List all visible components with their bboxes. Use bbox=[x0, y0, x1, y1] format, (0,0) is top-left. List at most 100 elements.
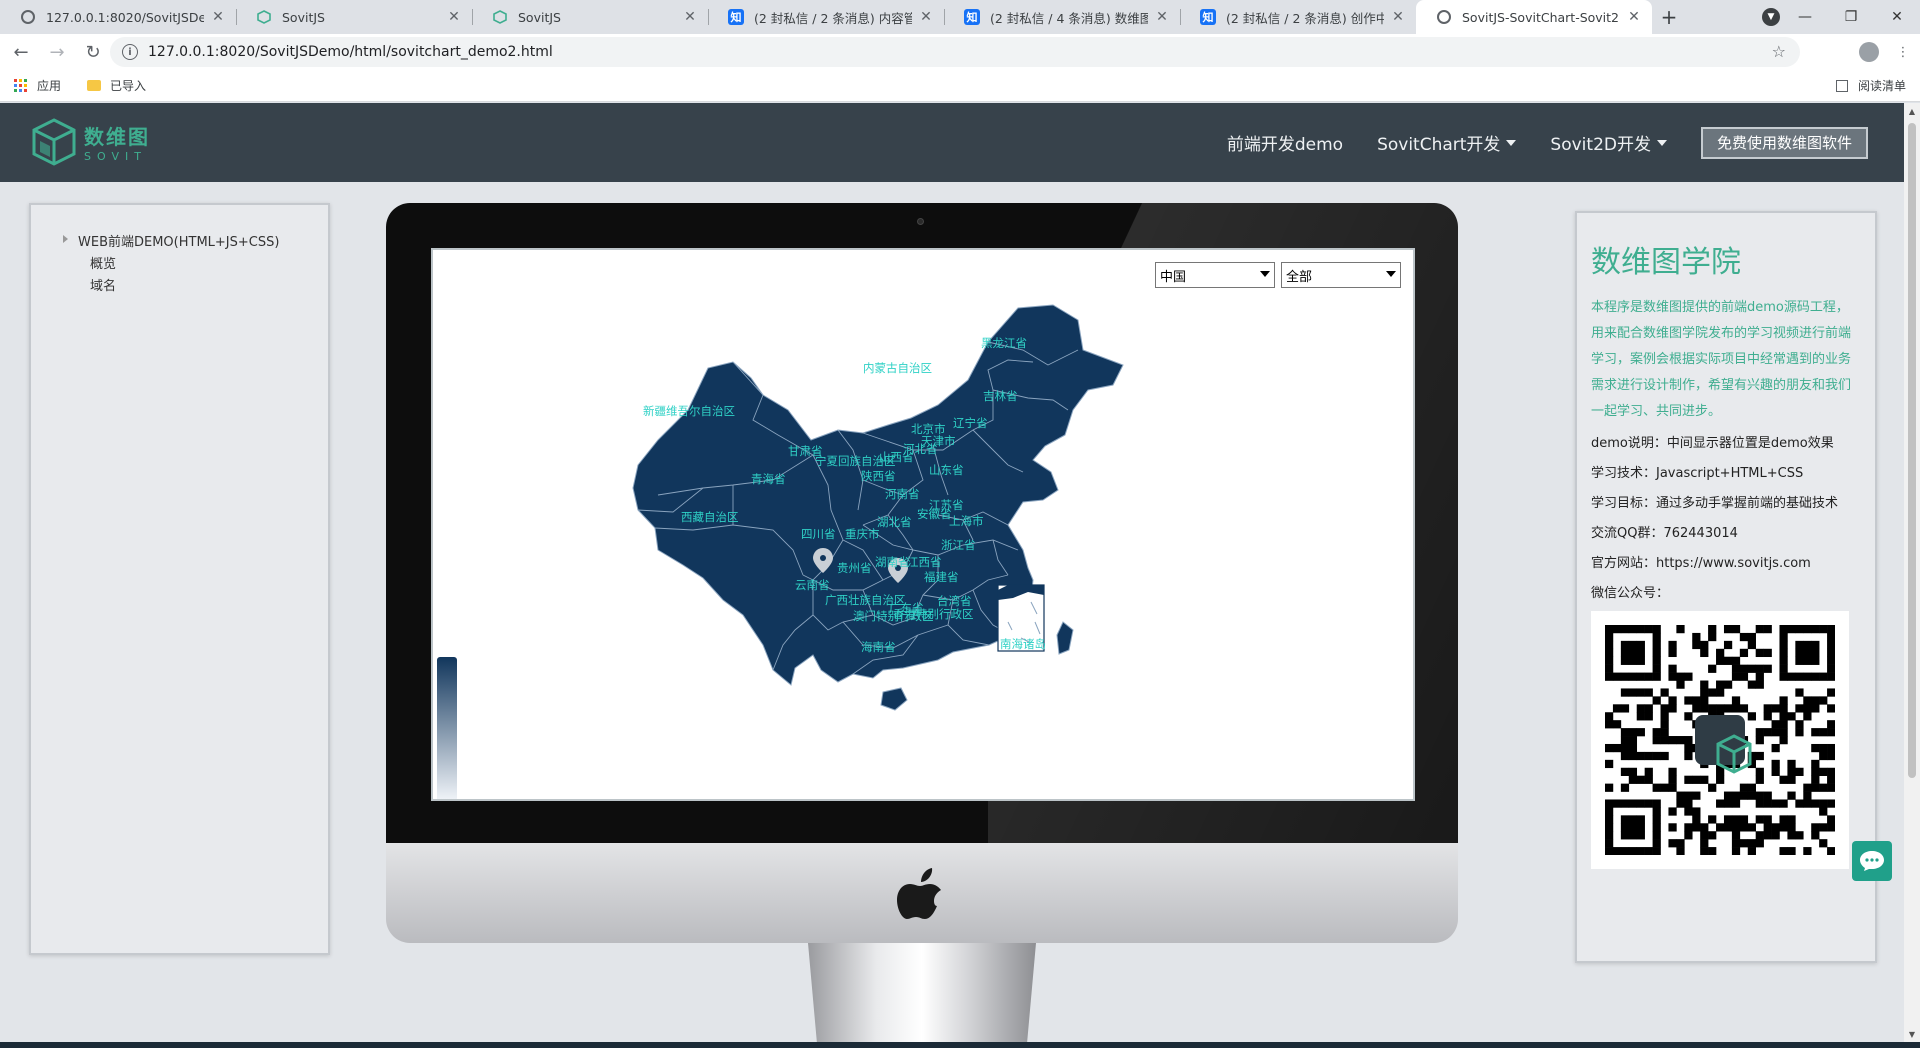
region-select[interactable]: 全部 bbox=[1281, 262, 1401, 288]
reading-list-label: 阅读清单 bbox=[1857, 79, 1906, 93]
browser-tab[interactable]: SovitJS ✕ bbox=[236, 0, 472, 34]
globe-icon bbox=[1436, 9, 1452, 25]
close-icon[interactable]: ✕ bbox=[1154, 9, 1170, 25]
province-label: 吉林省 bbox=[983, 389, 1018, 403]
reading-list[interactable]: 阅读清单 bbox=[1835, 77, 1906, 94]
minimize-icon[interactable]: — bbox=[1782, 0, 1828, 34]
camera-icon bbox=[917, 218, 924, 225]
tree-root[interactable]: WEB前端DEMO(HTML+JS+CSS) bbox=[63, 231, 328, 250]
tab-search-icon[interactable]: ▼ bbox=[1762, 8, 1780, 26]
province-label: 黑龙江省 bbox=[981, 336, 1027, 350]
province-label: 青海省 bbox=[751, 472, 786, 486]
bookmark-star-icon[interactable]: ☆ bbox=[1772, 42, 1786, 61]
scroll-up-icon[interactable]: ▲ bbox=[1904, 103, 1920, 119]
province-label: 四川省 bbox=[801, 527, 836, 541]
close-icon[interactable]: ✕ bbox=[918, 9, 934, 25]
info-goal: 学习目标：通过多动手掌握前端的基础技术 bbox=[1591, 496, 1839, 511]
tab-title: SovitJS bbox=[282, 9, 325, 25]
tab-title: (2 封私信 / 2 条消息) 创作中心 bbox=[1226, 10, 1384, 26]
url-text[interactable]: 127.0.0.1:8020/SovitJSDemo/html/sovitcha… bbox=[148, 44, 553, 60]
site-logo[interactable]: 数维图 SOVIT bbox=[30, 117, 150, 167]
academy-title: 数维图学院 bbox=[1591, 245, 1741, 280]
province-label: 安徽省 bbox=[917, 507, 952, 521]
province-label: 江西省 bbox=[907, 555, 942, 569]
forward-icon[interactable]: → bbox=[42, 37, 72, 67]
close-window-icon[interactable]: ✕ bbox=[1874, 0, 1920, 34]
hainan-shape bbox=[880, 687, 908, 711]
sovit-icon bbox=[256, 9, 272, 25]
left-sidebar: WEB前端DEMO(HTML+JS+CSS) 概览 域名 bbox=[29, 203, 330, 955]
tab-title: 127.0.0.1:8020/SovitJSDemo/ bbox=[46, 9, 204, 25]
reload-icon[interactable]: ↻ bbox=[78, 37, 108, 67]
province-label: 福建省 bbox=[924, 570, 959, 584]
tab-title: (2 封私信 / 2 条消息) 内容管理 bbox=[754, 10, 912, 26]
browser-tab[interactable]: 知 (2 封私信 / 2 条消息) 内容管理 ✕ bbox=[708, 0, 944, 34]
address-bar[interactable]: i 127.0.0.1:8020/SovitJSDemo/html/sovitc… bbox=[110, 37, 1800, 67]
logo-en: SOVIT bbox=[84, 150, 147, 163]
chevron-down-icon bbox=[1386, 271, 1396, 277]
free-use-button[interactable]: 免费使用数维图软件 bbox=[1700, 126, 1868, 159]
restore-icon[interactable]: ❐ bbox=[1828, 0, 1874, 34]
visual-map-legend[interactable] bbox=[437, 657, 457, 799]
info-icon[interactable]: i bbox=[122, 44, 138, 60]
scroll-thumb[interactable] bbox=[1908, 123, 1916, 778]
site-navbar: 数维图 SOVIT 前端开发demo SovitChart开发 Sovit2D开… bbox=[0, 103, 1904, 182]
page-content: 数维图 SOVIT 前端开发demo SovitChart开发 Sovit2D开… bbox=[0, 103, 1904, 1048]
country-select[interactable]: 中国 bbox=[1155, 262, 1275, 288]
province-label: 贵州省 bbox=[837, 561, 872, 575]
china-map[interactable]: 黑龙江省 内蒙古自治区 吉林省 新疆维吾尔自治区 辽宁省 北京市 天津市 河北省… bbox=[433, 250, 1413, 799]
bookmarks-bar: 应用 已导入 阅读清单 bbox=[0, 70, 1920, 102]
globe-icon bbox=[20, 9, 36, 25]
province-label: 海南省 bbox=[861, 640, 896, 654]
province-label: 南海诸岛 bbox=[1000, 637, 1046, 651]
browser-tab[interactable]: 知 (2 封私信 / 4 条消息) 数维图 - ✕ bbox=[944, 0, 1180, 34]
taiwan-shape bbox=[1056, 621, 1074, 655]
menu-kebab-icon[interactable]: ⋮ bbox=[1886, 37, 1920, 67]
info-demo: demo说明：中间显示器位置是demo效果 bbox=[1591, 436, 1834, 451]
tree-item-domain[interactable]: 域名 bbox=[90, 275, 328, 294]
bookmark-label: 应用 bbox=[37, 79, 62, 93]
apple-logo-icon bbox=[897, 868, 941, 919]
province-label: 西藏自治区 bbox=[681, 510, 739, 524]
nav-sovit2d[interactable]: Sovit2D开发 bbox=[1550, 130, 1667, 155]
wechat-qr-code bbox=[1591, 611, 1849, 869]
nav-frontend-demo[interactable]: 前端开发demo bbox=[1227, 130, 1343, 155]
bookmark-label: 已导入 bbox=[110, 79, 147, 93]
new-tab-button[interactable]: + bbox=[1652, 0, 1686, 34]
province-label: 山西省 bbox=[879, 450, 914, 464]
zhihu-icon: 知 bbox=[964, 9, 980, 25]
browser-tab[interactable]: SovitJS ✕ bbox=[472, 0, 708, 34]
profile-avatar-icon[interactable] bbox=[1859, 42, 1879, 62]
province-label: 云南省 bbox=[795, 578, 830, 592]
close-icon[interactable]: ✕ bbox=[1626, 9, 1642, 25]
province-label: 香港特别行政区 bbox=[893, 607, 974, 621]
scroll-down-icon[interactable]: ▼ bbox=[1904, 1026, 1920, 1042]
expand-triangle-icon[interactable] bbox=[63, 234, 68, 243]
close-icon[interactable]: ✕ bbox=[446, 9, 462, 25]
browser-toolbar: ← → ↻ i 127.0.0.1:8020/SovitJSDemo/html/… bbox=[0, 34, 1920, 70]
imac-stand bbox=[808, 943, 1036, 1045]
close-icon[interactable]: ✕ bbox=[682, 9, 698, 25]
page-scrollbar[interactable]: ▲ ▼ bbox=[1904, 103, 1920, 1042]
tree-item-overview[interactable]: 概览 bbox=[90, 253, 328, 272]
info-site[interactable]: 官方网站：https://www.sovitjs.com bbox=[1591, 549, 1861, 579]
sovit-icon bbox=[492, 9, 508, 25]
browser-tab[interactable]: 知 (2 封私信 / 2 条消息) 创作中心 ✕ bbox=[1180, 0, 1416, 34]
close-icon[interactable]: ✕ bbox=[210, 9, 226, 25]
browser-tab[interactable]: 127.0.0.1:8020/SovitJSDemo/ ✕ bbox=[0, 0, 236, 34]
nav-sovitchart[interactable]: SovitChart开发 bbox=[1377, 130, 1517, 155]
close-icon[interactable]: ✕ bbox=[1390, 9, 1406, 25]
bookmark-imported-folder[interactable]: 已导入 bbox=[87, 77, 146, 94]
tab-strip: 127.0.0.1:8020/SovitJSDemo/ ✕ SovitJS ✕ … bbox=[0, 0, 1920, 34]
info-qq: 交流QQ群：762443014 bbox=[1591, 526, 1738, 541]
bookmark-apps[interactable]: 应用 bbox=[14, 77, 61, 94]
sovit-logo-icon bbox=[1695, 715, 1752, 774]
back-icon[interactable]: ← bbox=[6, 37, 36, 67]
tab-title: SovitJS-SovitChart-Sovit2D bbox=[1462, 9, 1620, 25]
province-label: 湖南省 bbox=[875, 555, 910, 569]
cube-logo-icon bbox=[32, 118, 76, 166]
zhihu-icon: 知 bbox=[728, 9, 744, 25]
chat-icon[interactable] bbox=[1852, 841, 1892, 881]
imac-chin bbox=[386, 843, 1458, 943]
browser-tab-active[interactable]: SovitJS-SovitChart-Sovit2D ✕ bbox=[1416, 0, 1652, 34]
